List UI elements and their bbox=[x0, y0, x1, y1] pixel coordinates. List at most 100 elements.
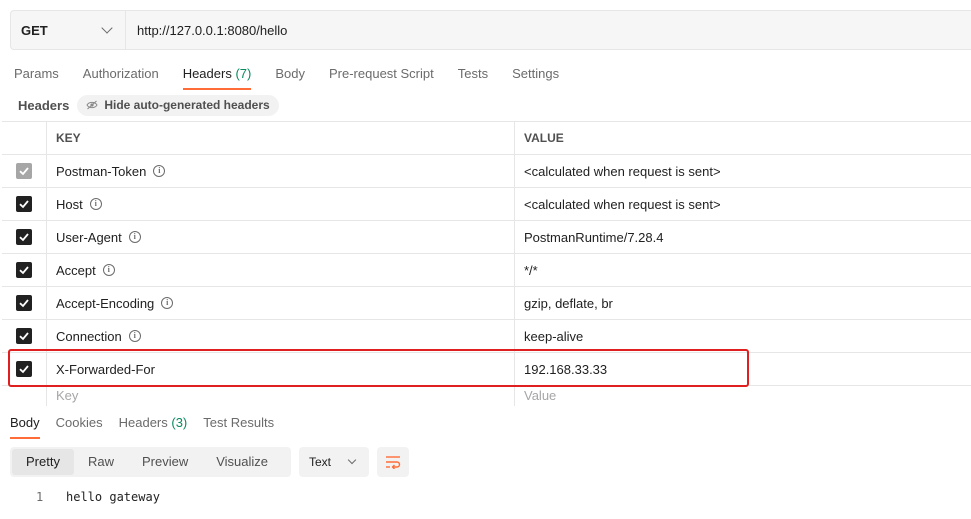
tab-label: Test Results bbox=[203, 415, 275, 430]
highlight-box bbox=[8, 349, 749, 387]
hide-auto-headers-button[interactable]: Hide auto-generated headers bbox=[77, 94, 279, 116]
check-icon bbox=[19, 233, 29, 242]
chevron-down-icon bbox=[347, 455, 357, 465]
tab-pre-request-script[interactable]: Pre-request Script bbox=[329, 62, 434, 90]
tab-body[interactable]: Body bbox=[275, 62, 305, 90]
mode-raw-button[interactable]: Raw bbox=[74, 449, 128, 475]
value-cell[interactable]: <calculated when request is sent> bbox=[515, 155, 971, 187]
table-row: Postman-Token i <calculated when request … bbox=[2, 155, 971, 188]
check-icon bbox=[19, 299, 29, 308]
row-checkbox[interactable] bbox=[16, 295, 32, 311]
row-checkbox[interactable] bbox=[16, 328, 32, 344]
key-text: Postman-Token bbox=[56, 163, 147, 179]
value-cell[interactable]: <calculated when request is sent> bbox=[515, 188, 971, 220]
check-cell bbox=[2, 155, 47, 187]
format-label: Text bbox=[309, 455, 332, 469]
key-cell[interactable]: Host i bbox=[47, 188, 515, 220]
response-tab-cookies[interactable]: Cookies bbox=[56, 411, 103, 439]
chevron-down-icon bbox=[101, 22, 113, 34]
new-value-input[interactable]: Value bbox=[515, 386, 971, 406]
tab-label: Headers bbox=[118, 415, 168, 430]
tab-tests[interactable]: Tests bbox=[458, 62, 488, 90]
info-icon[interactable]: i bbox=[153, 165, 166, 177]
request-bar: GET http://127.0.0.1:8080/hello bbox=[10, 10, 971, 50]
url-input[interactable]: http://127.0.0.1:8080/hello bbox=[126, 11, 971, 49]
tab-label: Cookies bbox=[55, 415, 103, 430]
value-cell[interactable]: PostmanRuntime/7.28.4 bbox=[515, 221, 971, 253]
key-cell[interactable]: Postman-Token i bbox=[47, 155, 515, 187]
tab-settings[interactable]: Settings bbox=[512, 62, 559, 90]
tab-label: Authorization bbox=[82, 66, 159, 81]
table-row: Accept i */* bbox=[2, 254, 971, 287]
table-row: User-Agent i PostmanRuntime/7.28.4 bbox=[2, 221, 971, 254]
row-checkbox[interactable] bbox=[16, 196, 32, 212]
table-row: Host i <calculated when request is sent> bbox=[2, 188, 971, 221]
tab-label: Pre-request Script bbox=[328, 66, 434, 81]
check-cell bbox=[2, 221, 47, 253]
wrap-lines-icon bbox=[386, 456, 401, 469]
check-cell bbox=[2, 320, 47, 352]
view-mode-segmented: Pretty Raw Preview Visualize bbox=[10, 447, 291, 477]
info-icon[interactable]: i bbox=[128, 231, 141, 243]
key-text: Connection bbox=[56, 328, 122, 344]
mode-pretty-button[interactable]: Pretty bbox=[12, 449, 74, 475]
new-key-input[interactable]: Key bbox=[47, 386, 515, 406]
mode-preview-button[interactable]: Preview bbox=[128, 449, 202, 475]
request-tabs: Params Authorization Headers (7) Body Pr… bbox=[14, 62, 583, 90]
mode-visualize-button[interactable]: Visualize bbox=[202, 449, 282, 475]
key-text: Host bbox=[56, 196, 83, 212]
key-text: Accept-Encoding bbox=[56, 295, 155, 311]
key-column-header: KEY bbox=[47, 122, 515, 154]
key-cell[interactable]: Connection i bbox=[47, 320, 515, 352]
info-icon[interactable]: i bbox=[102, 264, 115, 276]
headers-subheader: Headers Hide auto-generated headers bbox=[18, 94, 279, 116]
tab-label: Headers bbox=[182, 66, 232, 81]
tab-label: Tests bbox=[457, 66, 489, 81]
response-text: hello gateway bbox=[66, 490, 160, 504]
value-cell[interactable]: gzip, deflate, br bbox=[515, 287, 971, 319]
check-cell bbox=[2, 188, 47, 220]
key-text: User-Agent bbox=[56, 229, 122, 245]
tab-label: Body bbox=[275, 66, 305, 81]
format-select[interactable]: Text bbox=[299, 447, 369, 477]
tab-label: Body bbox=[10, 415, 40, 430]
line-number: 1 bbox=[36, 490, 44, 504]
value-cell[interactable]: */* bbox=[515, 254, 971, 286]
headers-title: Headers bbox=[18, 97, 70, 113]
row-checkbox[interactable] bbox=[16, 262, 32, 278]
response-tabs: Body Cookies Headers (3) Test Results bbox=[10, 411, 290, 439]
method-label: GET bbox=[21, 22, 48, 38]
hide-button-label: Hide auto-generated headers bbox=[104, 98, 270, 112]
wrap-lines-button[interactable] bbox=[377, 447, 409, 477]
tab-params[interactable]: Params bbox=[14, 62, 59, 90]
check-icon bbox=[19, 266, 29, 275]
key-cell[interactable]: Accept i bbox=[47, 254, 515, 286]
response-tab-headers[interactable]: Headers (3) bbox=[119, 411, 188, 439]
method-select[interactable]: GET bbox=[11, 11, 126, 49]
key-cell[interactable]: Accept-Encoding i bbox=[47, 287, 515, 319]
info-icon[interactable]: i bbox=[128, 330, 141, 342]
eye-off-icon bbox=[86, 100, 98, 110]
check-icon bbox=[19, 200, 29, 209]
tab-count: (3) bbox=[171, 415, 188, 430]
info-icon[interactable]: i bbox=[89, 198, 102, 210]
tab-authorization[interactable]: Authorization bbox=[83, 62, 159, 90]
table-header-row: KEY VALUE bbox=[2, 122, 971, 155]
key-text: Accept bbox=[56, 262, 96, 278]
key-cell[interactable]: User-Agent i bbox=[47, 221, 515, 253]
info-icon[interactable]: i bbox=[161, 297, 174, 309]
check-cell bbox=[2, 254, 47, 286]
response-tab-test-results[interactable]: Test Results bbox=[203, 411, 274, 439]
check-icon bbox=[19, 167, 29, 176]
response-tab-body[interactable]: Body bbox=[10, 411, 40, 439]
tab-headers[interactable]: Headers (7) bbox=[182, 62, 252, 90]
row-checkbox[interactable] bbox=[16, 229, 32, 245]
check-cell bbox=[2, 386, 47, 406]
tab-count: (7) bbox=[235, 66, 252, 81]
tab-label: Params bbox=[14, 66, 59, 81]
check-cell bbox=[2, 287, 47, 319]
tab-label: Settings bbox=[512, 66, 560, 81]
value-column-header: VALUE bbox=[524, 131, 564, 145]
row-checkbox[interactable] bbox=[16, 163, 32, 179]
value-cell[interactable]: keep-alive bbox=[515, 320, 971, 352]
